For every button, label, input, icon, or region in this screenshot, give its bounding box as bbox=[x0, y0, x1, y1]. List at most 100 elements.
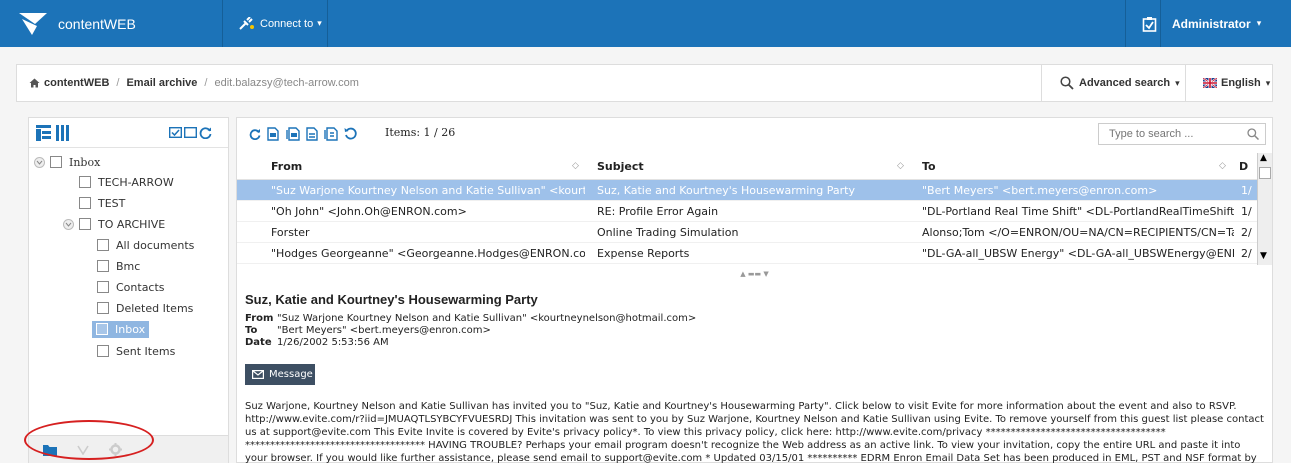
connect-to-menu[interactable]: Connect to ▾ bbox=[238, 0, 322, 47]
date-value: 1/26/2002 5:53:56 AM bbox=[277, 337, 389, 348]
folder-label: Sent Items bbox=[116, 344, 176, 358]
column-date[interactable]: D bbox=[1239, 153, 1248, 180]
breadcrumb-separator: / bbox=[116, 77, 120, 89]
preview-from-row: From "Suz Warjone Kourtney Nelson and Ka… bbox=[245, 313, 1265, 325]
checkbox[interactable] bbox=[97, 239, 109, 251]
language-selector[interactable]: English ▾ bbox=[1185, 65, 1274, 101]
tree-node-tech-arrow[interactable]: TECH-ARROW bbox=[79, 172, 174, 192]
folder-label: Bmc bbox=[116, 259, 141, 273]
from-value: "Suz Warjone Kourtney Nelson and Katie S… bbox=[277, 313, 697, 324]
table-row[interactable]: Forster Online Trading Simulation Alonso… bbox=[237, 222, 1257, 243]
export-eml-icon[interactable] bbox=[286, 127, 300, 141]
search-icon[interactable] bbox=[1247, 128, 1259, 140]
vertical-scrollbar[interactable]: ▲ ▼ bbox=[1257, 153, 1272, 265]
folder-label: Inbox bbox=[69, 155, 101, 169]
table-row[interactable]: "Suz Warjone Kourtney Nelson and Katie S… bbox=[237, 180, 1257, 201]
cell-to: Alonso;Tom </O=ENRON/OU=NA/CN=RECIPIENTS… bbox=[922, 226, 1234, 239]
cell-subject: RE: Profile Error Again bbox=[597, 205, 719, 218]
collapse-icon[interactable] bbox=[34, 156, 45, 168]
chevron-down-icon: ▾ bbox=[1265, 77, 1271, 88]
cell-date: 1/ bbox=[1241, 184, 1252, 197]
checkbox[interactable] bbox=[50, 156, 62, 168]
folder-label: TO ARCHIVE bbox=[98, 217, 166, 231]
breadcrumb-section[interactable]: Email archive bbox=[126, 77, 197, 89]
folder-label: TECH-ARROW bbox=[98, 175, 174, 189]
checkbox[interactable] bbox=[97, 345, 109, 357]
tree-node-test[interactable]: TEST bbox=[79, 193, 125, 213]
tree-node-inbox-selected[interactable]: Inbox bbox=[92, 319, 150, 339]
tree-node-bmc[interactable]: Bmc bbox=[97, 256, 140, 276]
tasks-check-icon[interactable] bbox=[1142, 16, 1157, 32]
cell-subject: Expense Reports bbox=[597, 247, 690, 260]
tree-view-icon[interactable] bbox=[36, 125, 51, 141]
refresh-icon[interactable] bbox=[199, 126, 212, 139]
chevron-down-icon: ▾ bbox=[317, 18, 322, 28]
export-pdf-icon[interactable] bbox=[267, 127, 279, 141]
cell-date: 1/ bbox=[1241, 205, 1252, 218]
column-from[interactable]: From bbox=[271, 153, 302, 180]
to-value: "Bert Meyers" <bert.meyers@enron.com> bbox=[277, 325, 491, 336]
breadcrumb-home[interactable]: contentWEB bbox=[44, 77, 109, 89]
cell-from: "Hodges Georgeanne" <Georgeanne.Hodges@E… bbox=[271, 247, 585, 260]
email-preview: Suz, Katie and Kourtney's Housewarming P… bbox=[245, 292, 1265, 463]
preview-to-row: To "Bert Meyers" <bert.meyers@enron.com> bbox=[245, 325, 1265, 337]
folder-label: Inbox bbox=[115, 322, 146, 336]
refresh-icon[interactable] bbox=[249, 128, 261, 140]
table-row[interactable]: "Hodges Georgeanne" <Georgeanne.Hodges@E… bbox=[237, 243, 1257, 264]
checkbox[interactable] bbox=[79, 218, 91, 230]
cell-to: "DL-GA-all_UBSW Energy" <DL-GA-all_UBSWE… bbox=[922, 247, 1234, 260]
check-folders-icon[interactable] bbox=[169, 127, 182, 138]
cell-date: 2/ bbox=[1241, 226, 1252, 239]
advanced-search-button[interactable]: Advanced search ▾ bbox=[1041, 65, 1185, 101]
checkbox[interactable] bbox=[79, 176, 91, 188]
tree-node-contacts[interactable]: Contacts bbox=[97, 277, 165, 297]
preview-subject: Suz, Katie and Kourtney's Housewarming P… bbox=[245, 292, 538, 307]
breadcrumb-separator: / bbox=[204, 77, 208, 89]
checkbox[interactable] bbox=[96, 323, 108, 335]
topbar-divider bbox=[1160, 0, 1161, 47]
topbar-divider bbox=[222, 0, 223, 47]
export-pst-icon[interactable] bbox=[306, 127, 318, 141]
brand[interactable]: contentWEB bbox=[18, 10, 136, 38]
preview-date-row: Date 1/26/2002 5:53:56 AM bbox=[245, 337, 1265, 349]
sort-icon[interactable]: ◇ bbox=[572, 153, 579, 180]
top-bar: contentWEB Connect to ▾ Administrator ▾ bbox=[0, 0, 1291, 47]
chevron-down-icon: ▾ bbox=[1175, 77, 1180, 88]
advanced-search-label: Advanced search bbox=[1079, 77, 1171, 89]
search-input[interactable] bbox=[1109, 128, 1239, 140]
scroll-down-icon[interactable]: ▼ bbox=[1260, 251, 1267, 261]
tree-node-all-documents[interactable]: All documents bbox=[97, 235, 194, 255]
checkbox[interactable] bbox=[97, 260, 109, 272]
checkbox[interactable] bbox=[79, 197, 91, 209]
grid-header: From ◇ Subject ◇ To ◇ D bbox=[237, 153, 1257, 180]
message-tab-button[interactable]: Message bbox=[245, 364, 315, 385]
export-zip-icon[interactable] bbox=[324, 127, 338, 141]
column-subject[interactable]: Subject bbox=[597, 153, 644, 180]
checkbox[interactable] bbox=[97, 281, 109, 293]
user-name: Administrator bbox=[1172, 16, 1251, 31]
tree-node-inbox[interactable]: Inbox bbox=[34, 152, 100, 172]
collapse-icon[interactable] bbox=[63, 218, 74, 230]
chevron-down-icon: ▾ bbox=[1256, 18, 1262, 28]
table-row[interactable]: "Oh John" <John.Oh@ENRON.com> RE: Profil… bbox=[237, 201, 1257, 222]
items-counter: Items: 1 / 26 bbox=[385, 126, 456, 139]
tree-node-deleted-items[interactable]: Deleted Items bbox=[97, 298, 193, 318]
scroll-up-icon[interactable]: ▲ bbox=[1260, 153, 1267, 163]
tree-node-to-archive[interactable]: TO ARCHIVE bbox=[63, 214, 165, 234]
sort-icon[interactable]: ◇ bbox=[897, 153, 904, 180]
pane-splitter[interactable]: ▲ ▬▬ ▼ bbox=[237, 270, 1272, 280]
uncheck-folders-icon[interactable] bbox=[184, 127, 197, 138]
user-menu[interactable]: Administrator ▾ bbox=[1172, 0, 1261, 47]
checkbox[interactable] bbox=[97, 302, 109, 314]
sort-icon[interactable]: ◇ bbox=[1219, 153, 1226, 180]
topbar-divider bbox=[327, 0, 328, 47]
column-to[interactable]: To bbox=[922, 153, 936, 180]
restore-icon[interactable] bbox=[344, 127, 357, 140]
column-view-icon[interactable] bbox=[56, 125, 70, 141]
tree-node-sent-items[interactable]: Sent Items bbox=[97, 341, 175, 361]
home-icon bbox=[29, 78, 40, 88]
scrollbar-thumb[interactable] bbox=[1259, 167, 1271, 179]
search-box bbox=[1098, 123, 1266, 145]
uk-flag-icon bbox=[1203, 78, 1217, 88]
cell-from: "Oh John" <John.Oh@ENRON.com> bbox=[271, 205, 467, 218]
